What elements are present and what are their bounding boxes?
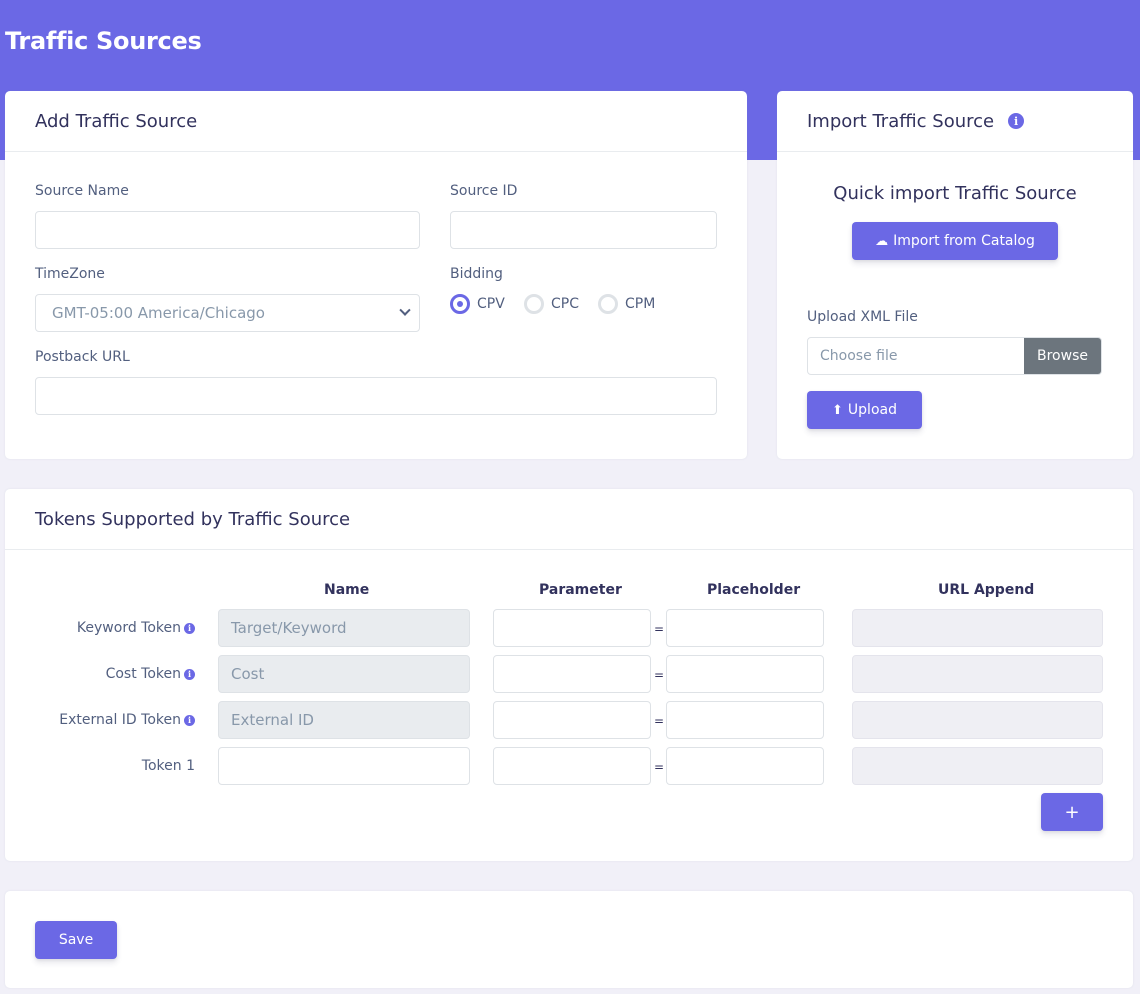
token-parameter-input[interactable]	[493, 655, 651, 693]
save-button[interactable]: Save	[35, 921, 117, 959]
token-placeholder-input[interactable]	[666, 747, 824, 785]
upload-xml-label: Upload XML File	[807, 309, 918, 325]
timezone-label: TimeZone	[35, 266, 105, 282]
browse-button[interactable]: Browse	[1024, 338, 1101, 374]
bidding-option-label: CPC	[551, 296, 579, 312]
radio-icon	[524, 294, 544, 314]
info-icon[interactable]: i	[1008, 113, 1025, 129]
import-card-title: Import Traffic Source	[807, 110, 995, 132]
token-parameter-input[interactable]	[493, 609, 651, 647]
token-name-input: Target/Keyword	[218, 609, 470, 647]
bidding-radio-cpv[interactable]: CPV	[450, 294, 505, 314]
card-title: Add Traffic Source	[5, 91, 747, 152]
row-label-text: External ID Token	[59, 712, 181, 728]
save-card: Save	[5, 891, 1133, 988]
column-header-placeholder: Placeholder	[707, 582, 801, 598]
cloud-download-icon: ☁	[875, 233, 889, 249]
source-id-input[interactable]	[450, 211, 717, 249]
equals-sign: =	[654, 714, 665, 728]
import-from-catalog-button[interactable]: ☁ Import from Catalog	[852, 222, 1058, 260]
bidding-option-label: CPV	[477, 296, 505, 312]
token-url-append-field	[852, 609, 1103, 647]
token-row-label: External ID Token i	[15, 701, 195, 739]
row-label-text: Cost Token	[105, 666, 181, 682]
source-id-label: Source ID	[450, 183, 518, 199]
postback-url-input[interactable]	[35, 377, 717, 415]
radio-icon	[598, 294, 618, 314]
button-label: Import from Catalog	[893, 233, 1035, 249]
add-token-button[interactable]: +	[1041, 793, 1103, 831]
token-placeholder-input[interactable]	[666, 609, 824, 647]
token-row-label: Keyword Token i	[15, 609, 195, 647]
quick-import-title: Quick import Traffic Source	[833, 183, 1077, 204]
token-parameter-input[interactable]	[493, 701, 651, 739]
bidding-label: Bidding	[450, 266, 503, 282]
token-url-append-field	[852, 655, 1103, 693]
bidding-option-label: CPM	[625, 296, 656, 312]
bidding-radio-cpc[interactable]: CPC	[524, 294, 579, 314]
chevron-down-icon	[399, 304, 411, 316]
token-name-input: Cost	[218, 655, 470, 693]
file-input[interactable]: Choose file Browse	[807, 337, 1102, 375]
token-row-label: Token 1	[15, 747, 195, 785]
column-header-url-append: URL Append	[938, 582, 1035, 598]
token-url-append-field	[852, 747, 1103, 785]
file-input-placeholder: Choose file	[820, 348, 898, 364]
info-icon[interactable]: i	[184, 714, 195, 726]
row-label-text: Keyword Token	[76, 620, 181, 636]
info-icon[interactable]: i	[184, 622, 195, 634]
column-header-name: Name	[324, 582, 370, 598]
source-name-label: Source Name	[35, 183, 129, 199]
column-header-parameter: Parameter	[539, 582, 622, 598]
token-name-input: External ID	[218, 701, 470, 739]
token-placeholder-input[interactable]	[666, 655, 824, 693]
info-icon[interactable]: i	[184, 668, 195, 680]
token-placeholder-input[interactable]	[666, 701, 824, 739]
upload-button[interactable]: ⬆ Upload	[807, 391, 922, 429]
token-url-append-field	[852, 701, 1103, 739]
add-traffic-source-card: Add Traffic Source Source Name Source ID…	[5, 91, 747, 459]
import-traffic-source-card: Import Traffic Source i Quick import Tra…	[777, 91, 1133, 459]
timezone-select[interactable]: GMT-05:00 America/Chicago	[35, 294, 420, 332]
equals-sign: =	[654, 760, 665, 774]
upload-icon: ⬆	[832, 402, 843, 418]
timezone-value: GMT-05:00 America/Chicago	[52, 304, 265, 322]
radio-icon	[450, 294, 470, 314]
equals-sign: =	[654, 622, 665, 636]
page-title: Traffic Sources	[5, 27, 202, 55]
token-parameter-input[interactable]	[493, 747, 651, 785]
row-label-text: Token 1	[141, 758, 195, 774]
token-row-label: Cost Token i	[15, 655, 195, 693]
postback-url-label: Postback URL	[35, 349, 130, 365]
button-label: Upload	[847, 402, 897, 418]
card-title: Tokens Supported by Traffic Source	[5, 489, 1133, 550]
bidding-radio-cpm[interactable]: CPM	[598, 294, 655, 314]
source-name-input[interactable]	[35, 211, 420, 249]
card-title: Import Traffic Source i	[777, 91, 1133, 152]
token-name-input[interactable]	[218, 747, 470, 785]
tokens-card: Tokens Supported by Traffic Source Name …	[5, 489, 1133, 861]
equals-sign: =	[654, 668, 665, 682]
